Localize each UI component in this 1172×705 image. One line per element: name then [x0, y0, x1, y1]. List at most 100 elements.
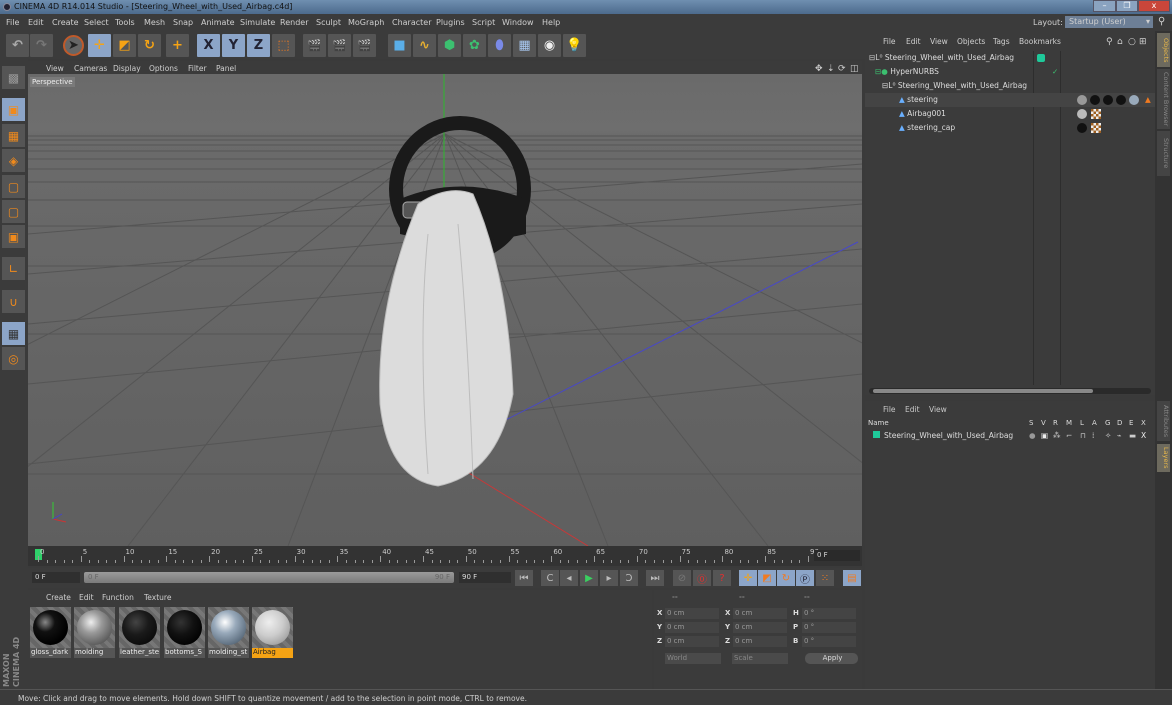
x-axis-icon[interactable]: X: [197, 34, 220, 57]
end-frame-field[interactable]: 90 F: [459, 572, 511, 583]
go-to-start-icon[interactable]: ⏮: [515, 570, 533, 586]
object-row[interactable]: ▲ steering_cap: [865, 121, 1155, 135]
object-row[interactable]: ▲ steering ▲: [865, 93, 1155, 107]
previous-frame-icon[interactable]: ◂: [560, 570, 578, 586]
deformers-toggle-icon[interactable]: ⌁: [1117, 429, 1122, 443]
vp-menu-view[interactable]: View: [46, 64, 64, 73]
snap-magnet-icon[interactable]: ∪: [2, 290, 25, 313]
new-window-icon[interactable]: ⊞: [1139, 37, 1147, 47]
array-icon[interactable]: ✿: [463, 34, 486, 57]
horizontal-scrollbar[interactable]: [869, 388, 1151, 394]
apply-button[interactable]: Apply: [805, 653, 858, 664]
material-swatch-selected[interactable]: Airbag: [252, 607, 293, 658]
vp-menu-filter[interactable]: Filter: [188, 64, 207, 73]
material-tag-icon[interactable]: [1077, 95, 1087, 105]
menu-create[interactable]: Create: [52, 18, 79, 27]
rot-p-field[interactable]: 0 °: [802, 622, 856, 633]
obj-menu-tags[interactable]: Tags: [993, 37, 1010, 46]
pos-x-field[interactable]: 0 cm: [665, 608, 719, 619]
menu-snap[interactable]: Snap: [173, 18, 193, 27]
uvw-tag-icon[interactable]: [1091, 109, 1101, 119]
y-axis-icon[interactable]: Y: [222, 34, 245, 57]
tab-objects[interactable]: Objects: [1157, 33, 1170, 67]
size-z-field[interactable]: 0 cm: [733, 636, 787, 647]
menu-render[interactable]: Render: [280, 18, 308, 27]
material-swatch[interactable]: molding: [74, 607, 115, 658]
menu-plugins[interactable]: Plugins: [436, 18, 465, 27]
timeline-icon[interactable]: ▤: [843, 570, 861, 586]
uvw-tag-icon[interactable]: [1091, 123, 1101, 133]
zoom-icon[interactable]: ⇣: [827, 64, 835, 74]
close-button[interactable]: x: [1138, 0, 1170, 12]
rot-b-field[interactable]: 0 °: [802, 636, 856, 647]
move-icon[interactable]: ✛: [88, 34, 111, 57]
spline-icon[interactable]: ∿: [413, 34, 436, 57]
rot-h-field[interactable]: 0 °: [802, 608, 856, 619]
coordinate-mode-select[interactable]: World: [665, 653, 721, 664]
model-mode-icon[interactable]: ▣: [2, 98, 25, 121]
pla-key-icon[interactable]: ⁙: [816, 570, 834, 586]
previous-keyframe-icon[interactable]: C: [541, 570, 559, 586]
object-row[interactable]: ⊟L⁰ Steering_Wheel_with_Used_Airbag: [865, 79, 1155, 93]
points-mode-icon[interactable]: ▢: [2, 175, 25, 198]
layer-menu-file[interactable]: File: [883, 405, 896, 414]
mat-menu-create[interactable]: Create: [46, 593, 71, 602]
axis-mode-icon[interactable]: ∟: [2, 257, 25, 280]
render-view-icon[interactable]: 🎬: [303, 34, 326, 57]
menu-sculpt[interactable]: Sculpt: [316, 18, 341, 27]
obj-menu-bookmarks[interactable]: Bookmarks: [1019, 37, 1061, 46]
workplane-icon[interactable]: ◈: [2, 149, 25, 172]
solo-toggle-icon[interactable]: ●: [1029, 429, 1036, 443]
menu-edit[interactable]: Edit: [28, 18, 44, 27]
rotation-key-icon[interactable]: ↻: [777, 570, 795, 586]
menu-window[interactable]: Window: [502, 18, 534, 27]
make-editable-icon[interactable]: ▩: [2, 66, 25, 89]
size-x-field[interactable]: 0 cm: [733, 608, 787, 619]
menu-animate[interactable]: Animate: [201, 18, 235, 27]
search-icon[interactable]: ⚲: [1106, 37, 1113, 47]
go-to-end-icon[interactable]: ⏭: [646, 570, 664, 586]
pan-icon[interactable]: ✥: [815, 64, 823, 74]
menu-script[interactable]: Script: [472, 18, 495, 27]
object-row[interactable]: ▲ Airbag001: [865, 107, 1155, 121]
autokey-icon[interactable]: ⓪: [693, 570, 711, 586]
lock-toggle-icon[interactable]: ⊓: [1080, 429, 1086, 443]
scene-floor-icon[interactable]: ▦: [513, 34, 536, 57]
material-tag-icon[interactable]: [1103, 95, 1113, 105]
mat-menu-function[interactable]: Function: [102, 593, 134, 602]
minimize-button[interactable]: –: [1093, 0, 1116, 12]
tab-content-browser[interactable]: Content Browser: [1157, 69, 1170, 129]
keyframe-selection-icon[interactable]: ?: [713, 570, 731, 586]
material-swatch[interactable]: molding_st: [208, 607, 249, 658]
menu-simulate[interactable]: Simulate: [240, 18, 275, 27]
layer-color-swatch[interactable]: [873, 431, 880, 438]
layout-select[interactable]: Startup (User) ▾: [1065, 16, 1153, 28]
redo-icon[interactable]: ↷: [30, 34, 53, 57]
menu-file[interactable]: File: [6, 18, 19, 27]
material-tag-icon[interactable]: [1077, 123, 1087, 133]
animation-toggle-icon[interactable]: ⁞: [1092, 429, 1094, 443]
mat-menu-texture[interactable]: Texture: [144, 593, 171, 602]
deformer-icon[interactable]: ⬮: [488, 34, 511, 57]
material-swatch[interactable]: bottoms_S: [164, 607, 205, 658]
range-slider[interactable]: 0 F 90 F: [84, 572, 454, 583]
layer-menu-view[interactable]: View: [929, 405, 947, 414]
edges-mode-icon[interactable]: ▢: [2, 200, 25, 223]
material-tag-icon[interactable]: [1090, 95, 1100, 105]
vp-menu-panel[interactable]: Panel: [216, 64, 236, 73]
tab-attributes[interactable]: Attributes: [1157, 401, 1170, 441]
pos-y-field[interactable]: 0 cm: [665, 622, 719, 633]
warning-tag-icon[interactable]: ▲: [1145, 93, 1151, 107]
tab-structure[interactable]: Structure: [1157, 131, 1170, 176]
vp-menu-options[interactable]: Options: [149, 64, 178, 73]
start-frame-field[interactable]: 0 F: [32, 572, 80, 583]
vp-menu-cameras[interactable]: Cameras: [74, 64, 107, 73]
render-picture-viewer-icon[interactable]: 🎬: [328, 34, 351, 57]
add-object-icon[interactable]: +: [166, 34, 189, 57]
scale-key-icon[interactable]: ◩: [758, 570, 776, 586]
menu-character[interactable]: Character: [392, 18, 432, 27]
menu-select[interactable]: Select: [84, 18, 109, 27]
layer-row[interactable]: Steering_Wheel_with_Used_Airbag ● ▣ ⁂ ⌐ …: [865, 429, 1155, 443]
menu-tools[interactable]: Tools: [115, 18, 135, 27]
generators-toggle-icon[interactable]: ✧: [1105, 429, 1111, 443]
